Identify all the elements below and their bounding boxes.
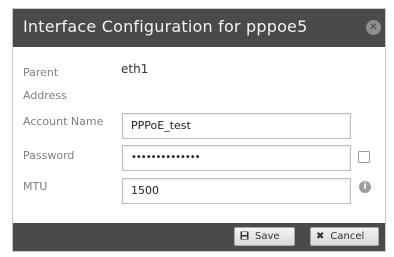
interface-config-dialog: Interface Configuration for pppoe5 ✕ Par… bbox=[12, 8, 386, 252]
dialog-titlebar: Interface Configuration for pppoe5 ✕ bbox=[13, 9, 385, 47]
password-input[interactable]: •••••••••••••• bbox=[122, 145, 351, 171]
close-icon[interactable]: ✕ bbox=[366, 20, 381, 35]
save-button[interactable]: Save bbox=[234, 227, 295, 246]
dialog-title: Interface Configuration for pppoe5 bbox=[23, 17, 308, 36]
mtu-input[interactable]: 1500 bbox=[122, 178, 351, 204]
account-name-input[interactable]: PPPoE_test bbox=[122, 113, 351, 139]
account-name-label: Account Name bbox=[23, 115, 104, 128]
address-label: Address bbox=[23, 89, 67, 102]
floppy-disk-icon bbox=[240, 228, 249, 245]
parent-value: eth1 bbox=[121, 62, 149, 76]
password-label: Password bbox=[23, 149, 75, 162]
info-icon[interactable]: i bbox=[359, 181, 371, 193]
save-label: Save bbox=[255, 231, 280, 242]
x-icon: ✖ bbox=[316, 231, 325, 242]
parent-label: Parent bbox=[23, 66, 59, 79]
show-password-checkbox[interactable] bbox=[358, 151, 370, 163]
cancel-button[interactable]: ✖ Cancel bbox=[310, 227, 379, 246]
cancel-label: Cancel bbox=[330, 231, 365, 242]
mtu-label: MTU bbox=[23, 180, 48, 193]
dialog-footer: Save ✖ Cancel bbox=[13, 223, 385, 251]
